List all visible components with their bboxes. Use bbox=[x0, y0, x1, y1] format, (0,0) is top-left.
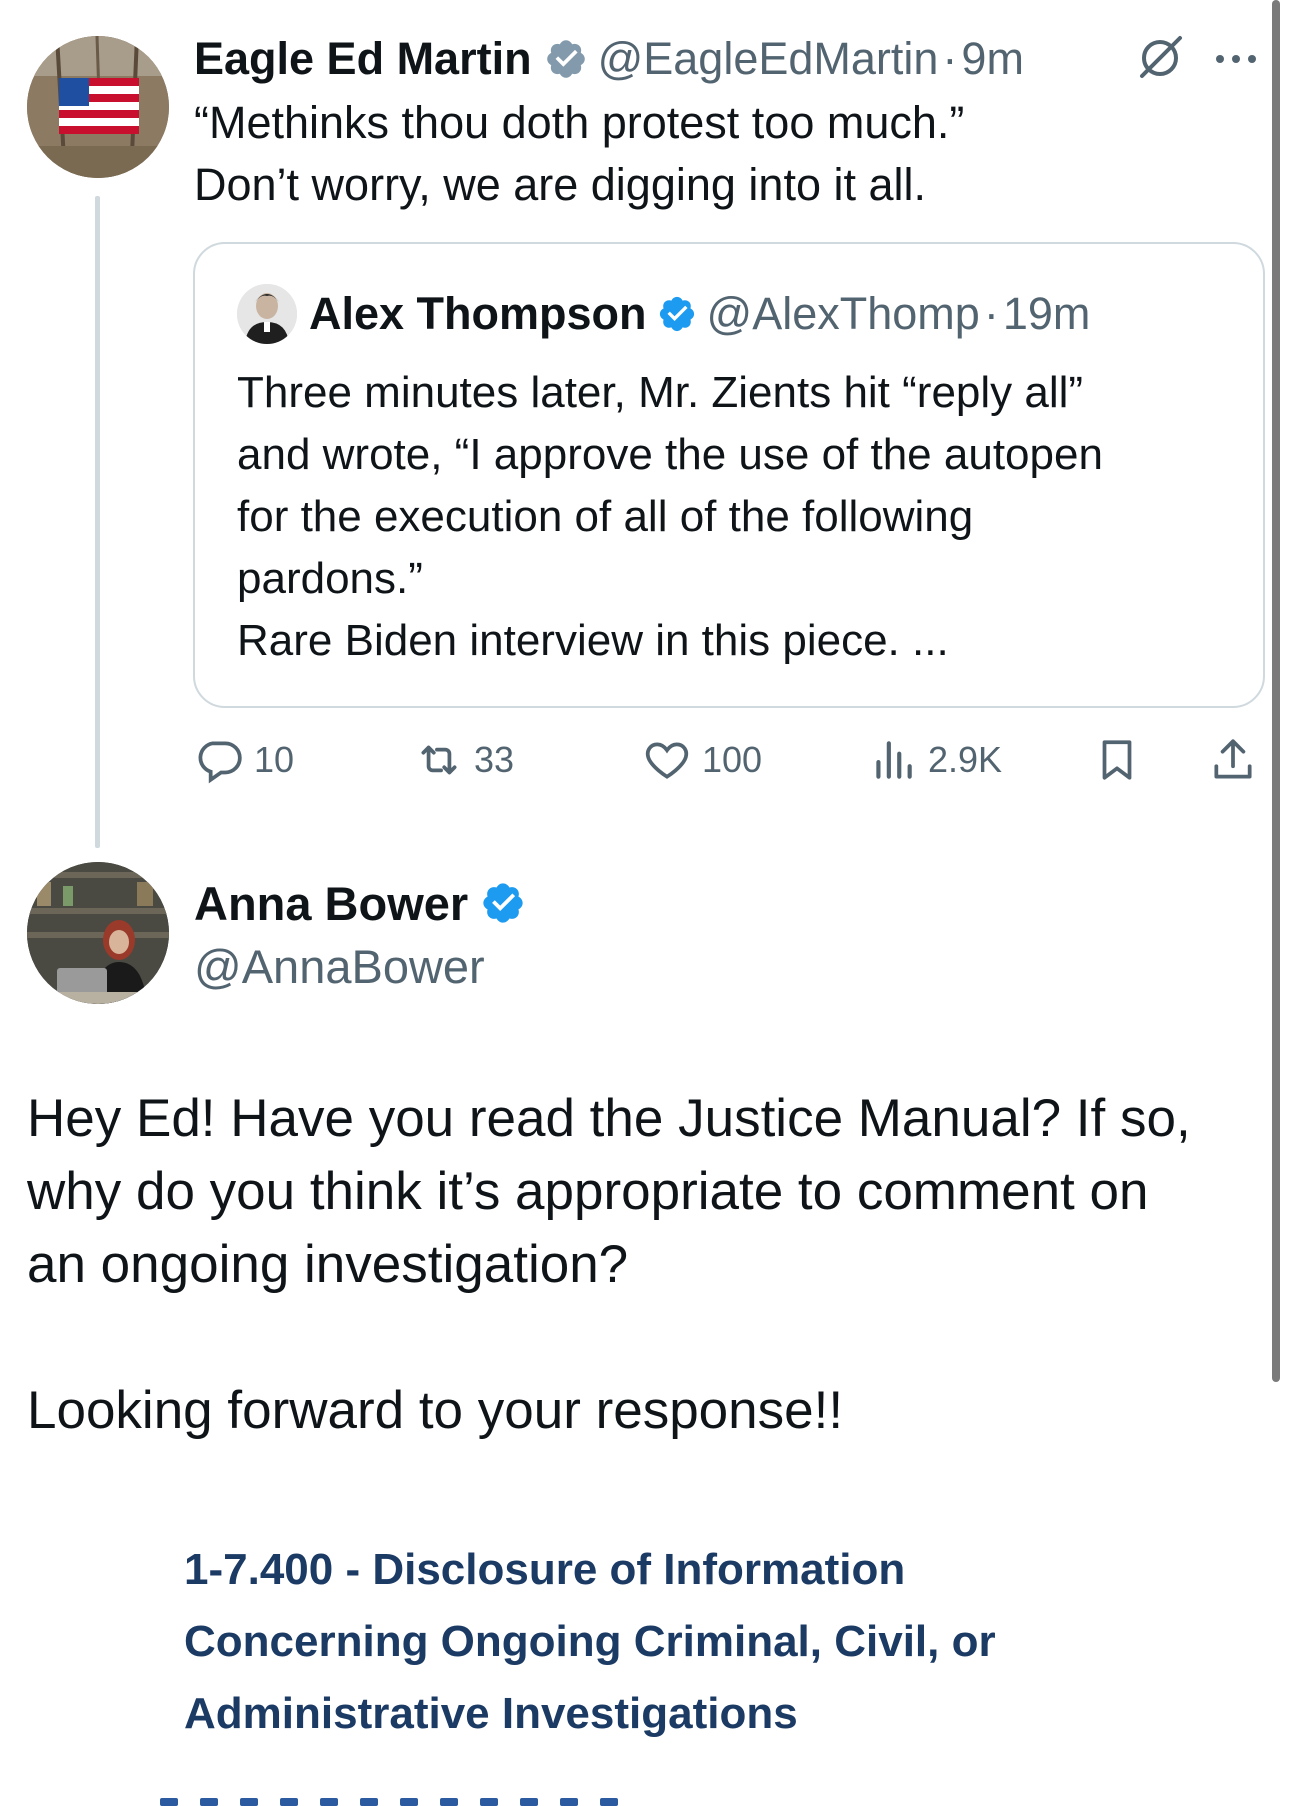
document-heading-line: Concerning Ongoing Criminal, Civil, or bbox=[184, 1617, 996, 1666]
document-cutoff-text bbox=[160, 1790, 1060, 1806]
quote-header: Alex Thompson @AlexThomp · 19m bbox=[309, 284, 1090, 344]
verified-badge-icon bbox=[659, 296, 694, 332]
quote-text-line: Three minutes later, Mr. Zients hit “rep… bbox=[237, 368, 1084, 417]
reply-button[interactable]: 10 bbox=[194, 728, 294, 792]
quoted-tweet-card[interactable]: Alex Thompson @AlexThomp · 19m Three min… bbox=[193, 242, 1265, 708]
author-name[interactable]: Anna Bower bbox=[194, 876, 468, 931]
anna-bower-avatar[interactable] bbox=[27, 862, 169, 1004]
verified-badge-icon bbox=[546, 40, 585, 78]
eagle-ed-martin-avatar[interactable] bbox=[27, 36, 169, 178]
views-icon bbox=[876, 741, 912, 779]
separator-dot: · bbox=[983, 288, 999, 339]
alex-thompson-avatar bbox=[237, 284, 297, 344]
tweet2-paragraph: Looking forward to your response!! bbox=[27, 1381, 844, 1440]
tweet-action-bar: 10 33 100 2.9K bbox=[190, 728, 1270, 792]
reply-count: 10 bbox=[254, 739, 295, 780]
tweet2-text-line: an ongoing investigation? bbox=[27, 1235, 629, 1294]
thread-connector-line bbox=[95, 196, 100, 848]
heart-icon bbox=[645, 742, 689, 779]
views-count: 2.9K bbox=[928, 739, 1003, 780]
tweet2-text: Hey Ed! Have you read the Justice Manual… bbox=[27, 1082, 1227, 1447]
repost-count: 33 bbox=[474, 739, 515, 780]
quote-text-line: for the execution of all of the followin… bbox=[237, 492, 974, 541]
views-button[interactable]: 2.9K bbox=[868, 728, 1002, 792]
share-button[interactable] bbox=[1208, 728, 1268, 792]
quote-author-handle[interactable]: @AlexThomp bbox=[707, 288, 980, 340]
tweet1-header: Eagle Ed Martin @EagleEdMartin · 9m bbox=[194, 30, 1024, 88]
verified-badge-icon bbox=[483, 883, 523, 923]
tweet1-text-line: Don’t worry, we are digging into it all. bbox=[194, 159, 926, 210]
tweet2-text-line: why do you think it’s appropriate to com… bbox=[27, 1162, 1149, 1221]
tweet2-paragraph: Hey Ed! Have you read the Justice Manual… bbox=[27, 1082, 1227, 1301]
document-heading-line: Administrative Investigations bbox=[184, 1689, 798, 1738]
author-name[interactable]: Eagle Ed Martin bbox=[194, 33, 532, 85]
quote-author-name[interactable]: Alex Thompson bbox=[309, 288, 647, 340]
attached-document-image[interactable]: 1-7.400 - Disclosure of Information Conc… bbox=[184, 1534, 1084, 1750]
repost-icon bbox=[421, 745, 457, 775]
quote-text-line: pardons.” bbox=[237, 554, 423, 603]
author-handle[interactable]: @EagleEdMartin bbox=[598, 33, 939, 85]
bookmark-icon bbox=[1102, 740, 1132, 780]
tweet2-header: Anna Bower @AnnaBower bbox=[194, 872, 536, 998]
tweet2-text-line: Hey Ed! Have you read the Justice Manual… bbox=[27, 1089, 1191, 1148]
quote-text-line: Rare Biden interview in this piece. ... bbox=[237, 616, 949, 665]
reply-icon bbox=[198, 741, 242, 784]
more-options-icon[interactable] bbox=[1212, 30, 1260, 88]
share-icon bbox=[1214, 739, 1252, 779]
tweet-time[interactable]: 9m bbox=[961, 33, 1024, 85]
quote-text: Three minutes later, Mr. Zients hit “rep… bbox=[237, 362, 1247, 672]
scrollbar[interactable] bbox=[1272, 0, 1280, 1382]
repost-button[interactable]: 33 bbox=[414, 728, 514, 792]
separator-dot: · bbox=[942, 33, 958, 84]
tweet1-text: “Methinks thou doth protest too much.” D… bbox=[194, 92, 1234, 216]
bookmark-button[interactable] bbox=[1092, 728, 1152, 792]
quote-text-line: and wrote, “I approve the use of the aut… bbox=[237, 430, 1103, 479]
tweet1-text-line: “Methinks thou doth protest too much.” bbox=[194, 97, 965, 148]
author-handle[interactable]: @AnnaBower bbox=[194, 936, 536, 998]
grok-icon[interactable] bbox=[1134, 30, 1186, 82]
document-heading-line: 1-7.400 - Disclosure of Information bbox=[184, 1545, 906, 1594]
like-button[interactable]: 100 bbox=[642, 728, 762, 792]
quote-time[interactable]: 19m bbox=[1003, 288, 1091, 340]
like-count: 100 bbox=[702, 739, 763, 780]
